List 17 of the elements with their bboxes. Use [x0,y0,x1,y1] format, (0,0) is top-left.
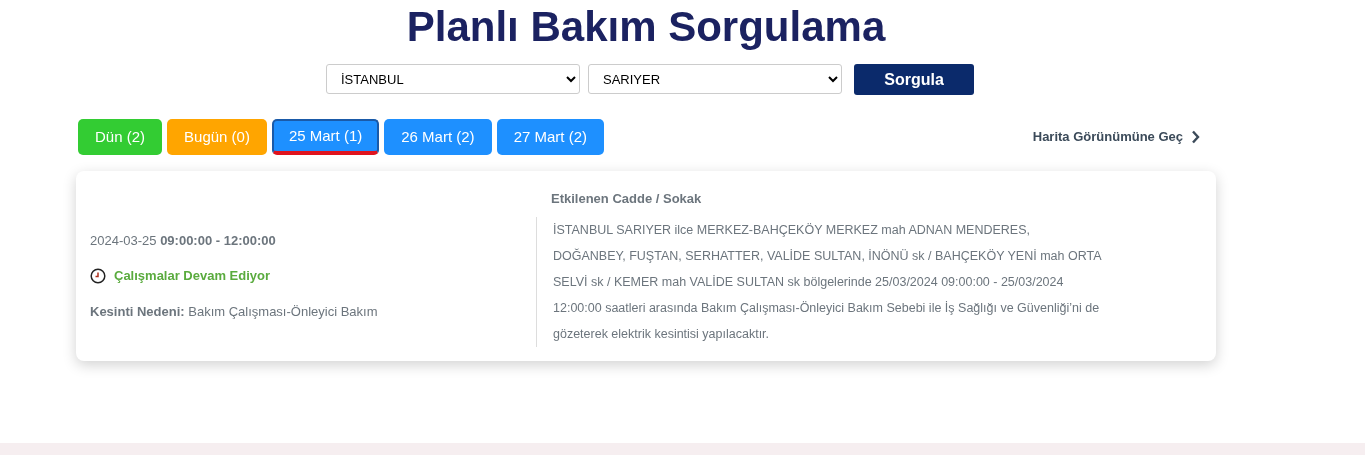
clock-icon [90,267,106,284]
page-title: Planlı Bakım Sorgulama [405,6,887,48]
streets-description: İSTANBUL SARIYER ilce MERKEZ-BAHÇEKÖY MERKEZ mah ADNAN MENDERES, DOĞANBEY, FUŞTAN, SERHATTER, VALİDE SULTAN, İNÖNÜ sk / BAHÇEKÖY YENİ mah ORTA SELVİ sk / KEMER mah VALİDE SULTAN sk bölgelerinde 25/03/2024 09:00:00 - 25/03/2024 12:00:00 saatleri arasında Bakım Çalışması-Önleyici Bakım Sebebi ile İş Sağlığı ve Güvenliği’ni de gözeterek elektrik kesintisi yapılacaktır. [553,221,1101,343]
date-tab[interactable]: Bugün (0) [167,119,267,155]
status-text: Çalışmalar Devam Ediyor [114,267,271,285]
query-button[interactable]: Sorgula [854,64,974,95]
chevron-right-icon [1191,130,1200,144]
date-tab[interactable]: 26 Mart (2) [384,119,492,155]
date-tab[interactable]: 25 Mart (1) [271,119,380,155]
outage-reason: Kesinti Nedeni: Bakım Çalışması-Önleyici Bakım [90,302,379,321]
date-tab[interactable]: 27 Mart (2) [496,119,604,155]
date-tab[interactable]: Dün (2) [78,119,163,155]
district-select[interactable]: SARIYER [588,64,842,94]
outage-datetime: 2024-03-25 09:00:00 - 12:00:00 [90,231,277,250]
city-select[interactable]: İSTANBUL [326,64,580,94]
map-view-link[interactable]: Harita Görünümüne Geç [1032,127,1200,147]
streets-heading: Etkilenen Cadde / Sokak [551,190,703,208]
